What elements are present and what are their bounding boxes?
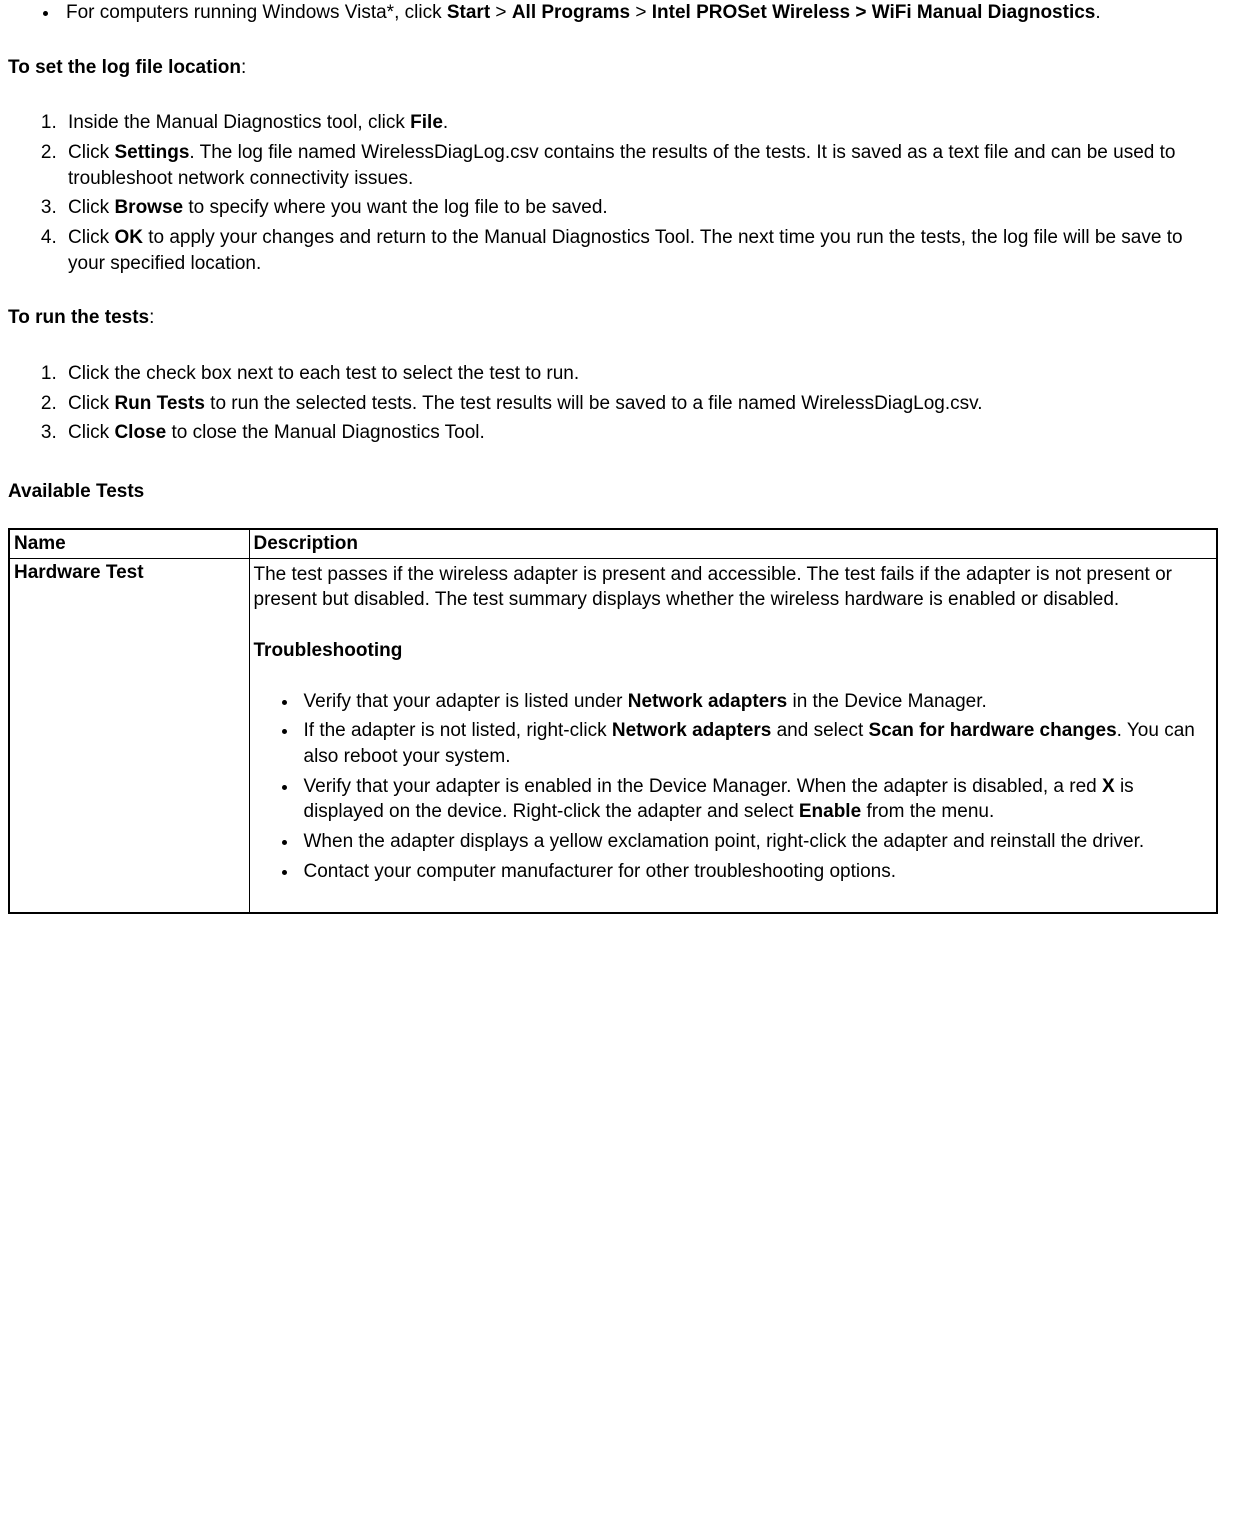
tests-table: Name Description Hardware Test The test … — [8, 528, 1218, 914]
text: to close the Manual Diagnostics Tool. — [166, 422, 485, 443]
col-description: Description — [249, 529, 1217, 559]
desc-paragraph: The test passes if the wireless adapter … — [254, 562, 1213, 613]
text: to run the selected tests. The test resu… — [205, 393, 983, 414]
text: Click — [68, 422, 114, 443]
text: If the adapter is not listed, right-clic… — [304, 720, 612, 741]
step: Click Run Tests to run the selected test… — [62, 391, 1223, 417]
list-item: Verify that your adapter is enabled in t… — [299, 774, 1213, 825]
section-lead: To run the tests — [8, 307, 149, 328]
bold: Scan for hardware changes — [869, 720, 1117, 741]
table-row: Hardware Test The test passes if the wir… — [9, 558, 1217, 913]
text: For computers running Windows Vista*, cl… — [66, 2, 447, 23]
text: in the Device Manager. — [787, 691, 987, 712]
bold: All Programs — [512, 2, 630, 23]
bold: Start — [447, 2, 490, 23]
text: to specify where you want the log file t… — [183, 197, 608, 218]
bold: Intel PROSet Wireless > WiFi Manual Diag… — [652, 2, 1096, 23]
text: Click — [68, 227, 114, 248]
bold: Network adapters — [612, 720, 771, 741]
step: Click Browse to specify where you want t… — [62, 195, 1223, 221]
text: : — [149, 307, 154, 328]
bold: Enable — [799, 801, 861, 822]
intro-list: For computers running Windows Vista*, cl… — [0, 0, 1223, 26]
bold: X — [1102, 776, 1115, 797]
list-item: Verify that your adapter is listed under… — [299, 689, 1213, 715]
bold: File — [410, 112, 443, 133]
text: > — [490, 2, 512, 23]
bold: Browse — [114, 197, 183, 218]
text: . — [443, 112, 448, 133]
step: Inside the Manual Diagnostics tool, clic… — [62, 110, 1223, 136]
list-item: If the adapter is not listed, right-clic… — [299, 718, 1213, 769]
text: : — [241, 57, 246, 78]
section-run-tests: To run the tests: — [0, 306, 1223, 331]
list-item: Contact your computer manufacturer for o… — [299, 859, 1213, 885]
step: Click Close to close the Manual Diagnost… — [62, 420, 1223, 446]
troubleshooting-heading: Troubleshooting — [254, 638, 1213, 664]
col-name: Name — [9, 529, 249, 559]
intro-item: For computers running Windows Vista*, cl… — [60, 0, 1223, 26]
set-log-location-steps: Inside the Manual Diagnostics tool, clic… — [0, 110, 1223, 276]
step: Click Settings. The log file named Wirel… — [62, 140, 1223, 191]
bold: OK — [114, 227, 143, 248]
text: and select — [771, 720, 868, 741]
text: . The log file named WirelessDiagLog.csv… — [68, 142, 1175, 189]
section-set-log-location: To set the log file location: — [0, 56, 1223, 81]
available-tests-heading: Available Tests — [0, 481, 1223, 503]
test-name-cell: Hardware Test — [9, 558, 249, 913]
bold: Network adapters — [628, 691, 787, 712]
text: Click — [68, 197, 114, 218]
text: Verify that your adapter is listed under — [304, 691, 628, 712]
text: Click — [68, 393, 114, 414]
run-tests-steps: Click the check box next to each test to… — [0, 361, 1223, 446]
bold: Settings — [114, 142, 189, 163]
text: . — [1095, 2, 1100, 23]
test-description-cell: The test passes if the wireless adapter … — [249, 558, 1217, 913]
test-name: Hardware Test — [14, 562, 144, 583]
troubleshooting-list: Verify that your adapter is listed under… — [254, 689, 1213, 884]
text: Inside the Manual Diagnostics tool, clic… — [68, 112, 410, 133]
text: Verify that your adapter is enabled in t… — [304, 776, 1102, 797]
text: > — [630, 2, 652, 23]
step: Click the check box next to each test to… — [62, 361, 1223, 387]
table-header-row: Name Description — [9, 529, 1217, 559]
text: from the menu. — [861, 801, 994, 822]
text: to apply your changes and return to the … — [68, 227, 1183, 274]
list-item: When the adapter displays a yellow excla… — [299, 829, 1213, 855]
bold: Close — [114, 422, 166, 443]
section-lead: To set the log file location — [8, 57, 241, 78]
text: Click — [68, 142, 114, 163]
bold: Run Tests — [114, 393, 204, 414]
step: Click OK to apply your changes and retur… — [62, 225, 1223, 276]
